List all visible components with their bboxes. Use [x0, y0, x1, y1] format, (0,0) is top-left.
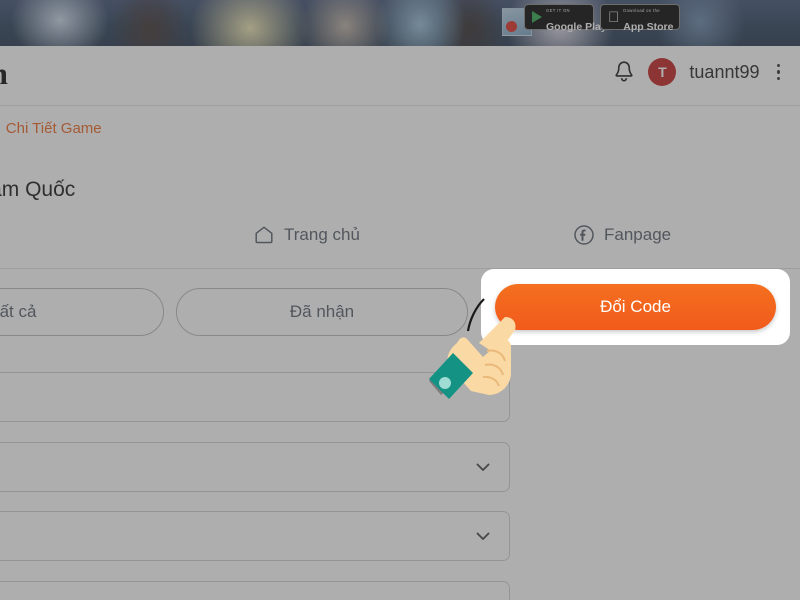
- tab-label: Trang chủ: [284, 224, 360, 244]
- bell-icon[interactable]: [613, 60, 635, 84]
- facebook-icon: [573, 224, 595, 246]
- page-title: ơng Tam Quốc: [0, 178, 76, 201]
- select-server[interactable]: ng: [0, 442, 510, 492]
- breadcrumb-separator: >: [0, 120, 1, 137]
- game-banner-image: GET IT ON Google Play  Download on the …: [0, 0, 800, 46]
- pointing-hand-cursor: [424, 297, 528, 409]
- app-store-badge-main: App Store: [612, 21, 673, 33]
- game-tabs: i game Trang chủ Fanpage: [0, 213, 800, 256]
- kebab-dot: [776, 70, 780, 74]
- google-play-badge-main: Google Play: [546, 21, 607, 33]
- header-divider: [0, 105, 800, 106]
- tab-trang-chu[interactable]: Trang chủ: [253, 213, 360, 256]
- chevron-down-icon: [473, 526, 493, 546]
- tab-fanpage[interactable]: Fanpage: [573, 213, 671, 256]
- filter-label: ất cả: [0, 302, 37, 321]
- more-vertical-icon[interactable]: [773, 62, 785, 83]
- avatar[interactable]: T: [648, 58, 677, 86]
- form-field-bottom[interactable]: [0, 581, 510, 600]
- doi-code-button[interactable]: Đổi Code: [495, 284, 776, 330]
- filter-tat-ca[interactable]: ất cả: [0, 288, 164, 336]
- apple-icon: : [608, 10, 619, 25]
- screen-root: GET IT ON Google Play  Download on the …: [0, 0, 800, 600]
- select-character[interactable]: [0, 511, 510, 561]
- breadcrumb-current[interactable]: Chi Tiết Game: [6, 120, 102, 137]
- kebab-dot: [776, 63, 780, 68]
- kebab-dot: [776, 76, 780, 81]
- home-icon: [253, 224, 275, 246]
- app-store-badge-sub: Download on the: [612, 8, 659, 13]
- filter-label: Đã nhận: [289, 302, 355, 321]
- google-play-badge-sub: GET IT ON: [546, 8, 570, 13]
- chevron-down-icon: [473, 457, 493, 477]
- username-label[interactable]: tuannt99: [689, 62, 759, 83]
- site-logo[interactable]: fun: [0, 56, 8, 92]
- tab-label: Fanpage: [604, 224, 672, 244]
- google-play-badge[interactable]: GET IT ON Google Play: [524, 4, 607, 32]
- google-play-icon: [532, 11, 542, 23]
- breadcrumb: > Chi Tiết Game: [0, 120, 102, 137]
- app-store-badge[interactable]:  Download on the App Store: [600, 4, 680, 33]
- header-user-area: T tuannt99: [613, 58, 784, 86]
